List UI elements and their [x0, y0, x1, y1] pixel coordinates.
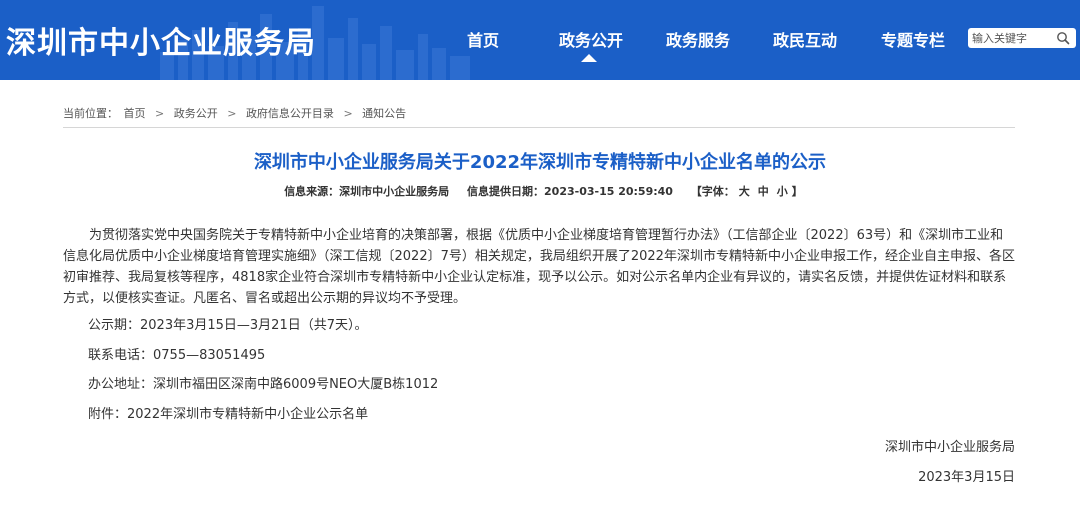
- breadcrumb-separator: >: [227, 107, 237, 120]
- signature-date: 2023年3月15日: [918, 470, 1015, 485]
- article-body: 为贯彻落实党中央国务院关于专精特新中小企业培育的决策部署，根据《优质中小企业梯度…: [63, 225, 1015, 422]
- info-source: 信息来源：深圳市中小企业服务局: [284, 185, 450, 198]
- breadcrumb-item-government-affairs[interactable]: 政务公开: [174, 107, 218, 120]
- breadcrumb-item-notices[interactable]: 通知公告: [362, 107, 406, 120]
- font-size-medium[interactable]: 中: [758, 185, 769, 198]
- contact-phone: 联系电话：0755—83051495: [88, 348, 266, 363]
- info-date: 信息提供日期：2023-03-15 20:59:40: [467, 185, 673, 198]
- breadcrumb-item-info-catalog[interactable]: 政府信息公开目录: [246, 107, 334, 120]
- font-size-large[interactable]: 大: [739, 185, 750, 198]
- article-title: 深圳市中小企业服务局关于2022年深圳市专精特新中小企业名单的公示: [253, 152, 827, 173]
- active-nav-indicator: [581, 54, 597, 62]
- search-input[interactable]: [968, 28, 1054, 48]
- font-size-selector: 【字体： 大中小】: [691, 185, 803, 198]
- article-meta: 信息来源：深圳市中小企业服务局 信息提供日期：2023-03-15 20:59:…: [0, 183, 1080, 199]
- breadcrumb: 当前位置： 首页 > 政务公开 > 政府信息公开目录 > 通知公告: [63, 105, 412, 121]
- body-paragraph: 为贯彻落实党中央国务院关于专精特新中小企业培育的决策部署，根据《优质中小企业梯度…: [63, 228, 1015, 306]
- nav-special-topics[interactable]: 专题专栏: [881, 27, 945, 51]
- font-size-small[interactable]: 小: [777, 185, 788, 198]
- search-icon[interactable]: [1056, 31, 1070, 45]
- font-size-close: 】: [791, 185, 803, 198]
- breadcrumb-separator: >: [155, 107, 165, 120]
- font-size-label: 【字体：: [690, 185, 735, 198]
- publicity-period: 公示期：2023年3月15日—3月21日（共7天）。: [88, 318, 368, 333]
- breadcrumb-item-home[interactable]: 首页: [124, 107, 146, 120]
- office-address: 办公地址：深圳市福田区深南中路6009号NEO大厦B栋1012: [88, 377, 439, 392]
- breadcrumb-separator: >: [343, 107, 353, 120]
- breadcrumb-divider: [63, 127, 1015, 128]
- nav-public-interaction[interactable]: 政民互动: [773, 27, 837, 51]
- site-title[interactable]: 深圳市中小企业服务局: [6, 18, 316, 62]
- signature-organization: 深圳市中小企业服务局: [884, 440, 1015, 455]
- nav-government-affairs-disclosure[interactable]: 政务公开: [559, 27, 623, 51]
- search-box: [968, 28, 1076, 48]
- attachment-link[interactable]: 附件：2022年深圳市专精特新中小企业公示名单: [88, 404, 368, 425]
- nav-government-services[interactable]: 政务服务: [666, 27, 730, 51]
- site-header: 深圳市中小企业服务局 首页 政务公开 政务服务 政民互动 专题专栏: [0, 0, 1080, 80]
- nav-home[interactable]: 首页: [467, 27, 499, 51]
- breadcrumb-label: 当前位置：: [63, 107, 118, 120]
